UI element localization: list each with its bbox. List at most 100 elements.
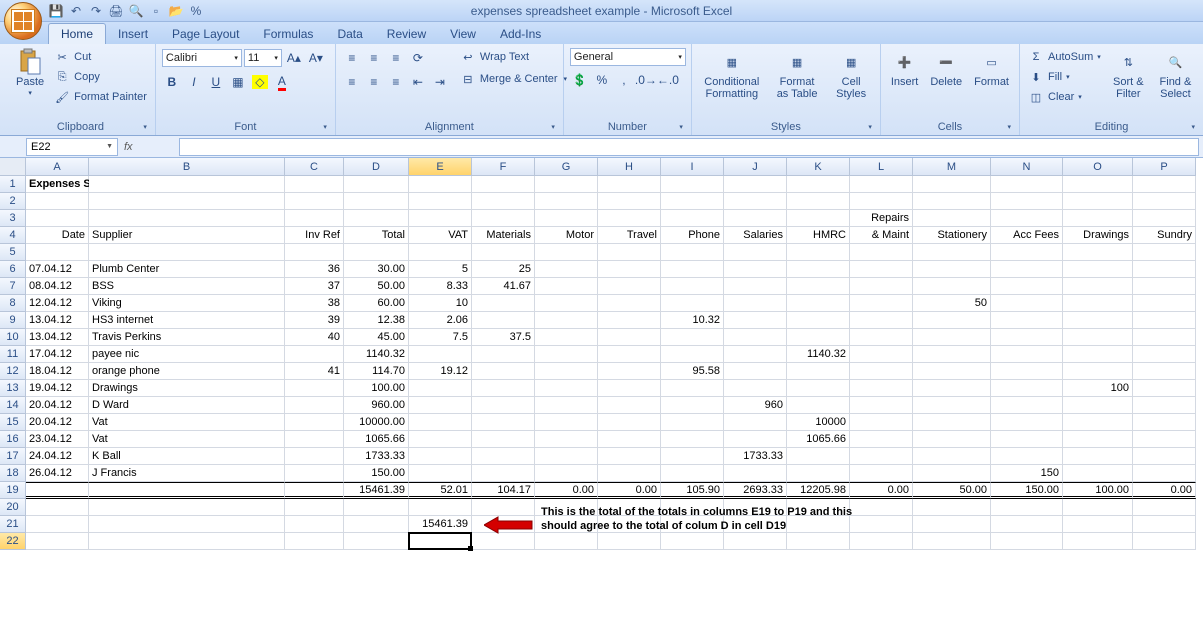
increase-indent-button[interactable]: ⇥ [430, 72, 450, 92]
row-header-14[interactable]: 14 [0, 397, 26, 414]
cell-A11[interactable]: 17.04.12 [26, 346, 89, 363]
cell-I16[interactable] [661, 431, 724, 448]
cell-D21[interactable] [344, 516, 409, 533]
row-header-19[interactable]: 19 [0, 482, 26, 499]
cell-P12[interactable] [1133, 363, 1196, 380]
cell-H3[interactable] [598, 210, 661, 227]
cell-E16[interactable] [409, 431, 472, 448]
cell-M22[interactable] [913, 533, 991, 550]
cell-F11[interactable] [472, 346, 535, 363]
paste-button[interactable]: Paste ▾ [12, 48, 48, 119]
cell-N11[interactable] [991, 346, 1063, 363]
select-all-corner[interactable] [0, 158, 26, 176]
cell-I15[interactable] [661, 414, 724, 431]
cell-L21[interactable] [850, 516, 913, 533]
cell-B22[interactable] [89, 533, 285, 550]
row-header-15[interactable]: 15 [0, 414, 26, 431]
cell-E12[interactable]: 19.12 [409, 363, 472, 380]
cell-G13[interactable] [535, 380, 598, 397]
cell-P4[interactable]: Sundry [1133, 227, 1196, 244]
cell-E2[interactable] [409, 193, 472, 210]
cell-A19[interactable] [26, 482, 89, 499]
cell-K19[interactable]: 12205.98 [787, 482, 850, 499]
italic-button[interactable]: I [184, 72, 204, 92]
cell-F1[interactable] [472, 176, 535, 193]
cell-I17[interactable] [661, 448, 724, 465]
cell-L6[interactable] [850, 261, 913, 278]
cell-N15[interactable] [991, 414, 1063, 431]
cell-C16[interactable] [285, 431, 344, 448]
cell-E7[interactable]: 8.33 [409, 278, 472, 295]
cell-A4[interactable]: Date [26, 227, 89, 244]
row-header-10[interactable]: 10 [0, 329, 26, 346]
cell-E17[interactable] [409, 448, 472, 465]
cell-I10[interactable] [661, 329, 724, 346]
cell-A8[interactable]: 12.04.12 [26, 295, 89, 312]
cell-A10[interactable]: 13.04.12 [26, 329, 89, 346]
cell-K11[interactable]: 1140.32 [787, 346, 850, 363]
cell-P8[interactable] [1133, 295, 1196, 312]
cell-K9[interactable] [787, 312, 850, 329]
cell-C18[interactable] [285, 465, 344, 482]
cell-N1[interactable] [991, 176, 1063, 193]
fill-button[interactable]: ⬇Fill▾ [1026, 68, 1103, 86]
cell-D20[interactable] [344, 499, 409, 516]
tab-data[interactable]: Data [325, 24, 374, 44]
cell-D8[interactable]: 60.00 [344, 295, 409, 312]
cell-K4[interactable]: HMRC [787, 227, 850, 244]
column-header-N[interactable]: N [991, 158, 1063, 176]
cell-M20[interactable] [913, 499, 991, 516]
cell-C2[interactable] [285, 193, 344, 210]
clear-button[interactable]: ◫Clear▾ [1026, 88, 1103, 106]
cell-L2[interactable] [850, 193, 913, 210]
cell-J19[interactable]: 2693.33 [724, 482, 787, 499]
cell-G2[interactable] [535, 193, 598, 210]
cell-H6[interactable] [598, 261, 661, 278]
cell-A6[interactable]: 07.04.12 [26, 261, 89, 278]
shrink-font-button[interactable]: A▾ [306, 48, 326, 68]
row-header-3[interactable]: 3 [0, 210, 26, 227]
cell-C1[interactable] [285, 176, 344, 193]
cell-G9[interactable] [535, 312, 598, 329]
cut-button[interactable]: ✂Cut [52, 48, 149, 66]
cell-N5[interactable] [991, 244, 1063, 261]
cell-F12[interactable] [472, 363, 535, 380]
cell-N10[interactable] [991, 329, 1063, 346]
cell-B9[interactable]: HS3 internet [89, 312, 285, 329]
cell-J17[interactable]: 1733.33 [724, 448, 787, 465]
cell-B13[interactable]: Drawings [89, 380, 285, 397]
cell-M16[interactable] [913, 431, 991, 448]
row-header-2[interactable]: 2 [0, 193, 26, 210]
cell-J14[interactable]: 960 [724, 397, 787, 414]
cell-B12[interactable]: orange phone [89, 363, 285, 380]
cell-B7[interactable]: BSS [89, 278, 285, 295]
cell-D7[interactable]: 50.00 [344, 278, 409, 295]
cell-D22[interactable] [344, 533, 409, 550]
cell-C14[interactable] [285, 397, 344, 414]
cell-H19[interactable]: 0.00 [598, 482, 661, 499]
cell-N21[interactable] [991, 516, 1063, 533]
cell-A13[interactable]: 19.04.12 [26, 380, 89, 397]
cell-F9[interactable] [472, 312, 535, 329]
cell-K13[interactable] [787, 380, 850, 397]
cell-J15[interactable] [724, 414, 787, 431]
cell-F10[interactable]: 37.5 [472, 329, 535, 346]
cell-L7[interactable] [850, 278, 913, 295]
row-header-6[interactable]: 6 [0, 261, 26, 278]
cell-I6[interactable] [661, 261, 724, 278]
cell-L1[interactable] [850, 176, 913, 193]
cell-O6[interactable] [1063, 261, 1133, 278]
row-header-5[interactable]: 5 [0, 244, 26, 261]
cell-P3[interactable] [1133, 210, 1196, 227]
tab-home[interactable]: Home [48, 23, 106, 44]
cell-F20[interactable] [472, 499, 535, 516]
cell-K5[interactable] [787, 244, 850, 261]
cell-H13[interactable] [598, 380, 661, 397]
cell-J11[interactable] [724, 346, 787, 363]
decrease-decimal-button[interactable]: ←.0 [658, 70, 678, 90]
cell-H7[interactable] [598, 278, 661, 295]
cell-H14[interactable] [598, 397, 661, 414]
cell-O8[interactable] [1063, 295, 1133, 312]
cell-B17[interactable]: K Ball [89, 448, 285, 465]
cell-I7[interactable] [661, 278, 724, 295]
